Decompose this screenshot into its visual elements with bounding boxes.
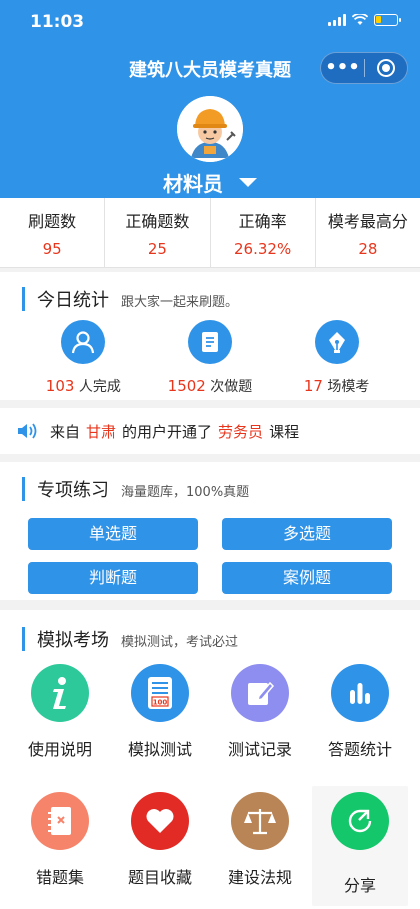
today-suffix: 场模考 (327, 379, 370, 395)
worker-avatar-icon (177, 96, 243, 162)
today-stats-section: 今日统计 跟大家一起来刷题。 103 人完成 1502 次做题 17 场模考 (0, 272, 420, 400)
notice-text: 来自 (50, 422, 81, 441)
today-attempts: 1502 次做题 (150, 320, 270, 396)
section-title: 模拟考场 (37, 630, 109, 651)
today-mock-exams: 17 场模考 (277, 320, 397, 396)
mock-exam-section: 模拟考场 模拟测试，考试必过 使用说明 100 模拟测试 测试记录 答题统计 错… (0, 610, 420, 909)
caret-down-icon (239, 178, 257, 187)
today-count: 17 (303, 377, 323, 395)
edit-note-icon (231, 664, 289, 722)
tile-label: 使用说明 (27, 740, 92, 759)
stat-label: 模考最高分 (327, 212, 408, 231)
wifi-icon (352, 14, 368, 25)
today-suffix: 次做题 (210, 379, 253, 395)
share-icon (331, 792, 389, 850)
construction-law-tile[interactable]: 建设法规 (210, 792, 310, 902)
app-header: 11:03 建筑八大员模考真题 ••• 材料员 (0, 0, 420, 198)
tile-label: 测试记录 (227, 740, 292, 759)
section-title: 专项练习 (37, 480, 109, 501)
speaker-icon (18, 423, 37, 439)
multiple-choice-button[interactable]: 多选题 (222, 518, 392, 550)
stat-correct-count: 正确题数 25 (105, 198, 211, 267)
today-completed: 103 人完成 (23, 320, 143, 396)
error-book-icon (31, 792, 89, 850)
mock-test-tile[interactable]: 100 模拟测试 (110, 664, 210, 774)
more-dots-icon[interactable]: ••• (321, 54, 364, 82)
favorites-tile[interactable]: 题目收藏 (110, 792, 210, 902)
true-false-button[interactable]: 判断题 (28, 562, 198, 594)
bar-chart-icon (331, 664, 389, 722)
role-selector[interactable]: 材料员 (0, 168, 420, 197)
section-header: 模拟考场 模拟测试，考试必过 (22, 626, 238, 652)
tile-label: 建设法规 (227, 868, 292, 887)
svg-text:100: 100 (153, 699, 168, 707)
section-subtitle: 跟大家一起来刷题。 (121, 295, 239, 310)
target-icon[interactable] (365, 59, 407, 77)
status-icons (328, 14, 401, 26)
status-time: 11:03 (30, 12, 85, 32)
share-tile[interactable]: 分享 (312, 786, 408, 906)
practice-section: 专项练习 海量题库，100%真题 单选题 多选题 判断题 案例题 (0, 462, 420, 600)
stat-value: 25 (147, 240, 167, 258)
section-header: 专项练习 海量题库，100%真题 (22, 476, 249, 502)
tile-label: 错题集 (35, 868, 84, 887)
section-header: 今日统计 跟大家一起来刷题。 (22, 286, 238, 312)
stats-bar: 刷题数 95 正确题数 25 正确率 26.32% 模考最高分 28 (0, 198, 420, 268)
case-study-button[interactable]: 案例题 (222, 562, 392, 594)
stat-label: 正确率 (238, 212, 287, 231)
today-count: 1502 (167, 377, 206, 395)
section-subtitle: 模拟测试，考试必过 (121, 635, 239, 650)
status-bar: 11:03 (0, 0, 420, 44)
stat-label: 刷题数 (28, 212, 77, 231)
purchase-notice: 来自 甘肃 的用户开通了 劳务员 课程 (0, 408, 420, 454)
today-count: 103 (45, 377, 75, 395)
scales-icon (231, 792, 289, 850)
tile-label: 模拟测试 (127, 740, 192, 759)
notice-place: 甘肃 (86, 422, 117, 441)
info-icon (31, 664, 89, 722)
heart-icon (131, 792, 189, 850)
notice-text: 的用户开通了 (122, 422, 213, 441)
tile-label: 分享 (343, 876, 376, 895)
stat-value: 26.32% (234, 240, 292, 258)
stat-value: 28 (358, 240, 378, 258)
stat-best-score: 模考最高分 28 (316, 198, 420, 267)
answer-stats-tile[interactable]: 答题统计 (310, 664, 410, 774)
stat-value: 95 (42, 240, 62, 258)
stat-label: 正确题数 (125, 212, 190, 231)
tile-label: 题目收藏 (127, 868, 192, 887)
wrong-questions-tile[interactable]: 错题集 (10, 792, 110, 902)
role-label: 材料员 (163, 172, 223, 196)
today-suffix: 人完成 (78, 379, 121, 395)
stat-questions-done: 刷题数 95 (0, 198, 106, 267)
exam-paper-icon: 100 (131, 664, 189, 722)
notice-text: 课程 (269, 422, 300, 441)
avatar[interactable] (177, 96, 243, 162)
single-choice-button[interactable]: 单选题 (28, 518, 198, 550)
signal-icon (328, 14, 346, 26)
stat-correct-rate: 正确率 26.32% (211, 198, 316, 267)
section-subtitle: 海量题库，100%真题 (121, 485, 250, 500)
usage-guide-tile[interactable]: 使用说明 (10, 664, 110, 774)
document-icon (187, 320, 232, 364)
tile-label: 答题统计 (327, 740, 392, 759)
mini-program-capsule: ••• (320, 52, 408, 84)
test-records-tile[interactable]: 测试记录 (210, 664, 310, 774)
user-icon (61, 320, 106, 364)
notice-course: 劳务员 (218, 422, 264, 441)
section-title: 今日统计 (37, 290, 109, 311)
pen-icon (314, 320, 359, 364)
battery-icon (374, 14, 401, 26)
